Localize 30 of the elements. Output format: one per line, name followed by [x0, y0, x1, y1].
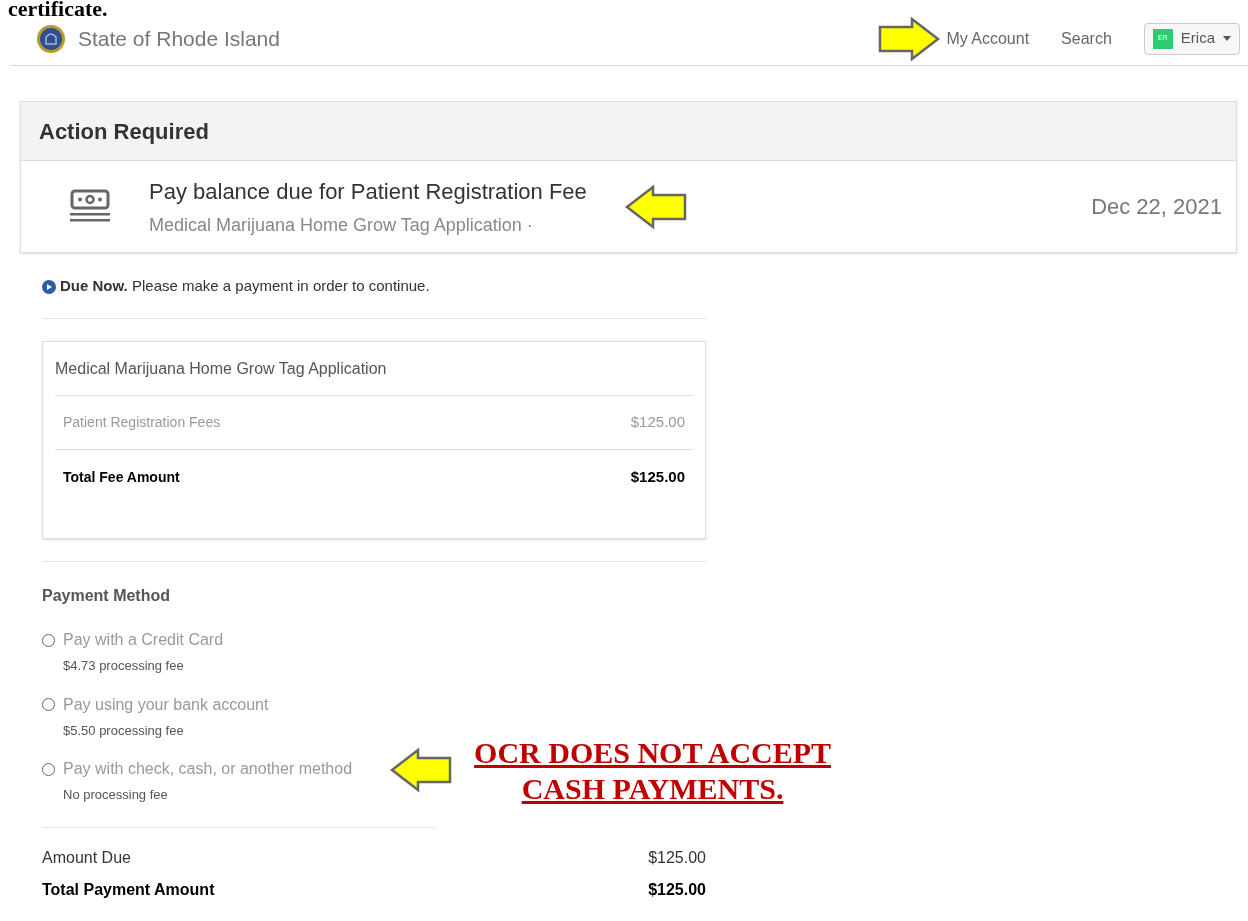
task-row[interactable]: Pay balance due for Patient Registration Fee Medical Marijuana Home Grow Tag Application · Dec 22, 2021	[21, 161, 1236, 252]
summary-amount: $125.00	[648, 879, 706, 900]
fee-card-title: Medical Marijuana Home Grow Tag Application	[55, 342, 693, 396]
play-circle-icon	[42, 279, 56, 294]
seal-icon	[36, 23, 66, 54]
payment-heading: Payment Method	[42, 586, 170, 606]
card-title: Action Required	[39, 117, 209, 146]
money-icon	[69, 188, 111, 225]
payment-option-label: Pay with a Credit Card	[63, 630, 224, 650]
annotation-note: OCR DOES NOT ACCEPT CASH PAYMENTS.	[474, 734, 832, 807]
fee-amount: $125.00	[630, 466, 685, 487]
summary-label: Amount Due	[42, 847, 131, 868]
fee-label: Total Fee Amount	[63, 467, 180, 487]
task-title: Pay balance due for Patient Registration Fee	[149, 177, 587, 206]
nav-link[interactable]: My Account	[946, 26, 1030, 51]
due-notice: Due Now. Please make a payment in order to continue.	[60, 276, 430, 297]
site-title: State of Rhode Island	[78, 25, 280, 52]
task-subtitle: Medical Marijuana Home Grow Tag Application ·	[149, 213, 534, 237]
caret-icon	[1223, 36, 1231, 41]
payment-option-label: Pay with check, cash, or another method	[63, 759, 353, 779]
nav-link[interactable]: Search	[1061, 26, 1112, 51]
processing-fee: No processing fee	[63, 786, 168, 804]
fee-label: Patient Registration Fees	[63, 413, 221, 432]
processing-fee: $4.73 processing fee	[63, 657, 184, 675]
processing-fee: $5.50 processing fee	[63, 721, 184, 740]
payment-option-label: Pay using your bank account	[63, 694, 269, 715]
task-date: Dec 22, 2021	[1091, 193, 1222, 221]
fee-amount: $125.00	[630, 412, 685, 433]
summary-amount: $125.00	[648, 847, 706, 868]
summary-label: Total Payment Amount	[42, 879, 215, 900]
